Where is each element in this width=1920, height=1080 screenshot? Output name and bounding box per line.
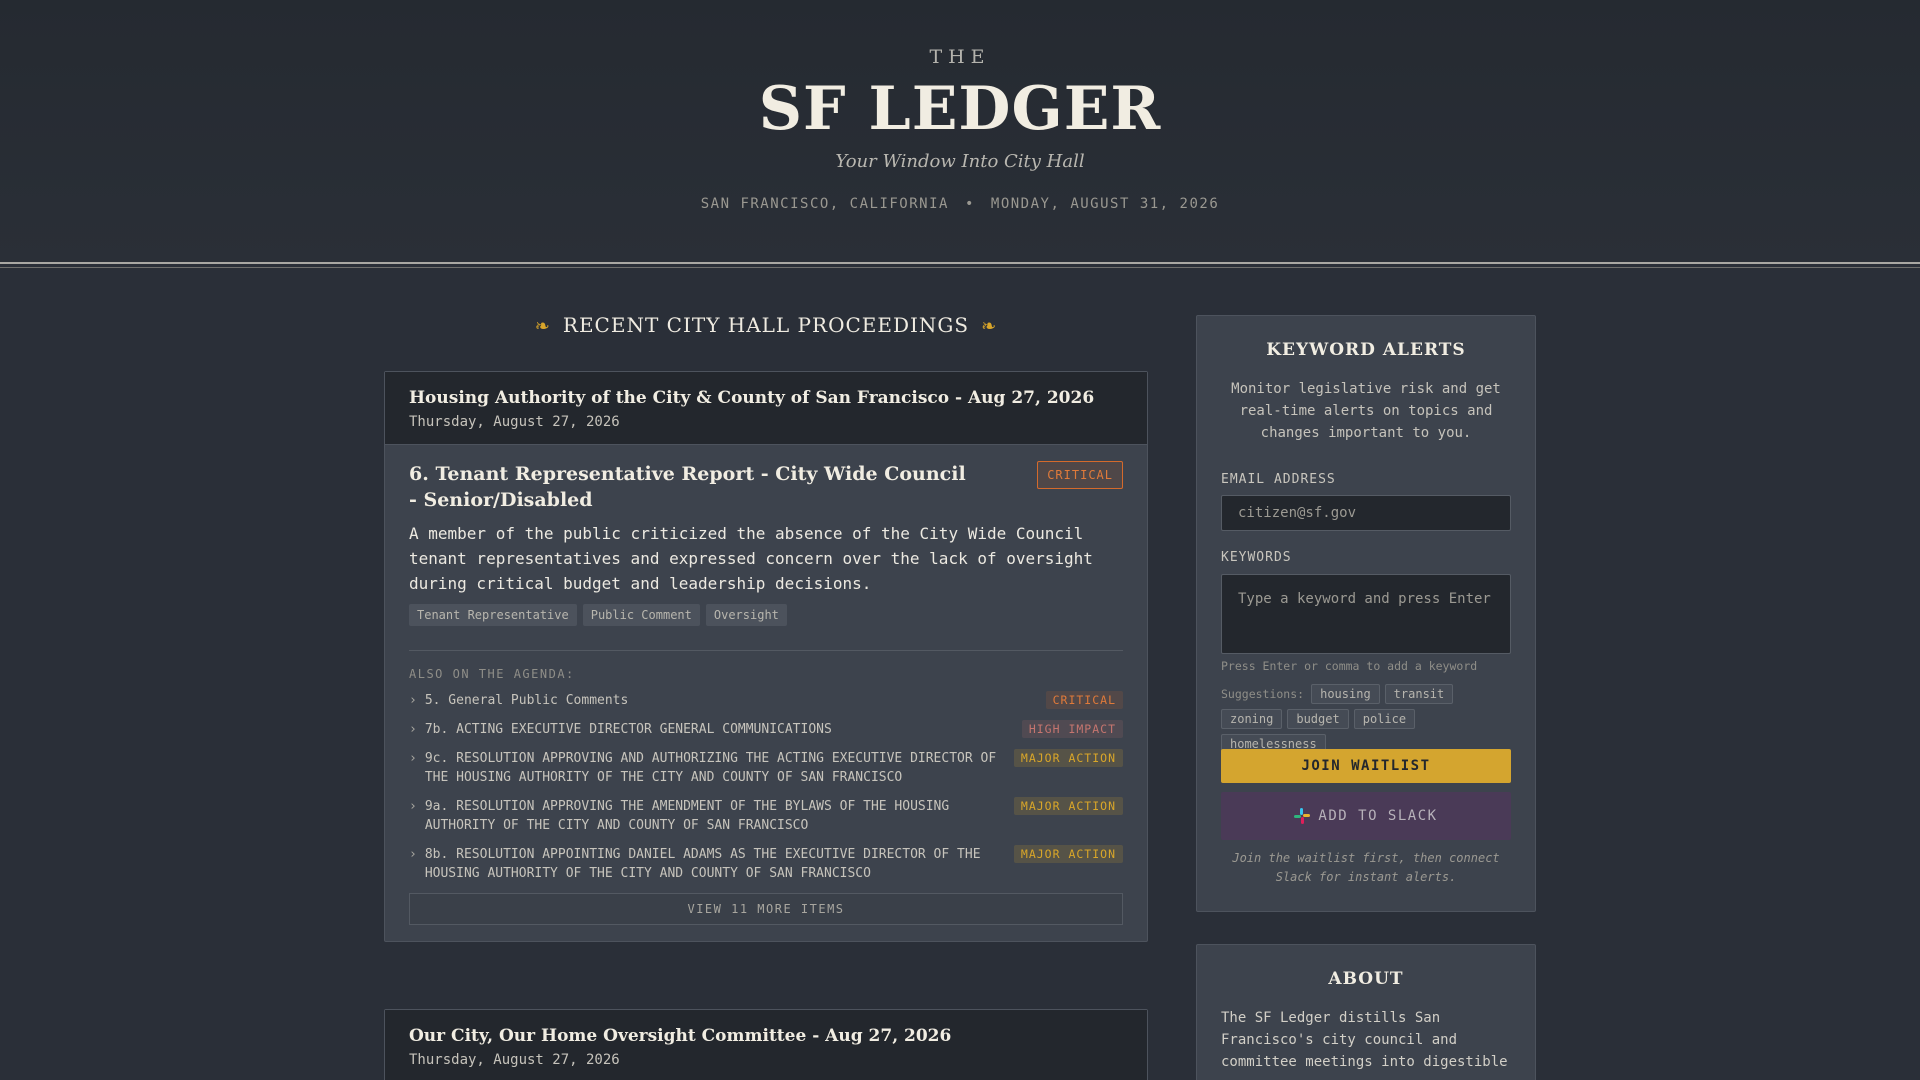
chevron-right-icon: › <box>409 751 417 766</box>
agenda-item-text: 8b. RESOLUTION APPOINTING DANIEL ADAMS A… <box>424 847 981 881</box>
add-to-slack-label: ADD TO SLACK <box>1318 808 1438 824</box>
agenda-item-text-wrap: › 5. General Public Comments <box>409 691 1009 710</box>
about-title: ABOUT <box>1328 969 1404 989</box>
topic-tag[interactable]: Oversight <box>705 604 787 626</box>
suggestion-chip[interactable]: housing <box>1311 684 1380 704</box>
dateline-location: SAN FRANCISCO, CALIFORNIA <box>700 196 949 212</box>
keywords-input[interactable]: Type a keyword and press Enter <box>1221 574 1511 654</box>
chevron-right-icon: › <box>409 722 417 737</box>
meeting-header[interactable]: Housing Authority of the City & County o… <box>385 372 1147 445</box>
major-action-badge: MAJOR ACTION <box>1013 845 1123 863</box>
topic-tag[interactable]: Tenant Representative <box>409 604 577 626</box>
agenda-item-text-wrap: › 7b. ACTING EXECUTIVE DIRECTOR GENERAL C… <box>409 720 1009 739</box>
about-text: The SF Ledger distills San Francisco's c… <box>1221 1010 1508 1070</box>
fleuron-icon: ❧ <box>981 316 998 337</box>
chevron-right-icon: › <box>409 693 417 708</box>
agenda-item[interactable]: › 9a. RESOLUTION APPROVING THE AMENDMENT … <box>409 797 1123 835</box>
keywords-hint: Press Enter or comma to add a keyword <box>1221 659 1478 673</box>
divider <box>409 650 1123 651</box>
about-panel: ABOUT The SF Ledger distills San Francis… <box>1196 944 1536 1080</box>
dateline: SAN FRANCISCO, CALIFORNIA • MONDAY, AUGUST… <box>0 196 1920 212</box>
agenda-item[interactable]: › 5. General Public Comments CRITICAL <box>409 691 1123 710</box>
agenda-item-text: 9c. RESOLUTION APPROVING AND AUTHORIZING… <box>424 751 997 785</box>
suggestion-chip[interactable]: transit <box>1384 684 1454 704</box>
masthead-rule <box>0 262 1920 268</box>
critical-badge: CRITICAL <box>1045 691 1123 709</box>
keywords-label: KEYWORDS <box>1221 550 1292 565</box>
featured-tags: Tenant Representative Public Comment Ove… <box>409 604 1123 626</box>
suggestion-chip[interactable]: zoning <box>1221 709 1283 729</box>
agenda-item-text: 5. General Public Comments <box>424 693 629 708</box>
section-heading-text: RECENT CITY HALL PROCEEDINGS <box>562 313 970 337</box>
slack-icon <box>1294 808 1311 824</box>
featured-critical-badge: CRITICAL <box>1037 461 1123 489</box>
meeting-date: Thursday, August 27, 2026 <box>409 1052 620 1068</box>
site-title[interactable]: SF LEDGER <box>0 74 1920 144</box>
dateline-separator: • <box>964 196 975 212</box>
suggestion-chip[interactable]: budget <box>1287 709 1349 729</box>
site-tagline: Your Window Into City Hall <box>835 151 1085 172</box>
high-impact-badge: HIGH IMPACT <box>1021 720 1123 738</box>
view-more-button[interactable]: VIEW 11 MORE ITEMS <box>409 893 1123 925</box>
agenda-item-text-wrap: › 9c. RESOLUTION APPROVING AND AUTHORIZIN… <box>409 749 1009 787</box>
meeting-title[interactable]: Housing Authority of the City & County o… <box>409 388 1123 408</box>
agenda-item[interactable]: › 9c. RESOLUTION APPROVING AND AUTHORIZIN… <box>409 749 1123 787</box>
suggestion-chip[interactable]: police <box>1353 709 1416 729</box>
masthead-kicker: THE <box>929 46 991 68</box>
email-label: EMAIL ADDRESS <box>1221 472 1336 487</box>
chevron-right-icon: › <box>409 847 417 862</box>
agenda-item-text-wrap: › 8b. RESOLUTION APPOINTING DANIEL ADAMS … <box>409 845 1009 883</box>
alerts-description: Monitor legislative risk and get real-ti… <box>1231 381 1501 441</box>
meeting-body: 6. Tenant Representative Report - City W… <box>385 445 1147 941</box>
agenda-item-text: 7b. ACTING EXECUTIVE DIRECTOR GENERAL CO… <box>424 722 832 737</box>
featured-item-title[interactable]: 6. Tenant Representative Report - City W… <box>409 461 969 513</box>
meeting-date: Thursday, August 27, 2026 <box>409 414 620 430</box>
meeting-card: Our City, Our Home Oversight Committee -… <box>384 1009 1148 1080</box>
dateline-date: MONDAY, AUGUST 31, 2026 <box>990 196 1220 212</box>
email-field[interactable]: citizen@sf.gov <box>1221 495 1511 531</box>
also-on-agenda-label: ALSO ON THE AGENDA: <box>409 667 575 681</box>
meeting-header[interactable]: Our City, Our Home Oversight Committee -… <box>385 1010 1147 1080</box>
meeting-card: Housing Authority of the City & County o… <box>384 371 1148 942</box>
alerts-footnote: Join the waitlist first, then connect Sl… <box>1232 851 1500 884</box>
meeting-title[interactable]: Our City, Our Home Oversight Committee -… <box>409 1026 1123 1046</box>
alerts-title: KEYWORD ALERTS <box>1266 340 1466 360</box>
featured-item-summary: A member of the public criticized the ab… <box>409 524 1093 593</box>
agenda-item-text-wrap: › 9a. RESOLUTION APPROVING THE AMENDMENT … <box>409 797 1009 835</box>
agenda-item-text: 9a. RESOLUTION APPROVING THE AMENDMENT O… <box>424 799 950 833</box>
fleuron-icon: ❧ <box>534 316 551 337</box>
join-waitlist-button[interactable]: JOIN WAITLIST <box>1221 749 1511 783</box>
agenda-list: › 5. General Public Comments CRITICAL › 7b… <box>409 691 1123 883</box>
keyword-suggestions: Suggestions: housing transit zoning budg… <box>1221 684 1517 754</box>
section-heading: ❧ RECENT CITY HALL PROCEEDINGS ❧ <box>384 313 1148 337</box>
masthead: THE SF LEDGER Your Window Into City Hall… <box>0 0 1920 262</box>
topic-tag[interactable]: Public Comment <box>582 604 700 626</box>
agenda-item[interactable]: › 8b. RESOLUTION APPOINTING DANIEL ADAMS … <box>409 845 1123 883</box>
suggestions-label: Suggestions: <box>1221 687 1305 701</box>
chevron-right-icon: › <box>409 799 417 814</box>
agenda-item[interactable]: › 7b. ACTING EXECUTIVE DIRECTOR GENERAL C… <box>409 720 1123 739</box>
keyword-alerts-panel: KEYWORD ALERTS Monitor legislative risk … <box>1196 315 1536 912</box>
add-to-slack-button[interactable]: ADD TO SLACK <box>1221 792 1511 840</box>
major-action-badge: MAJOR ACTION <box>1013 749 1123 767</box>
major-action-badge: MAJOR ACTION <box>1013 797 1123 815</box>
